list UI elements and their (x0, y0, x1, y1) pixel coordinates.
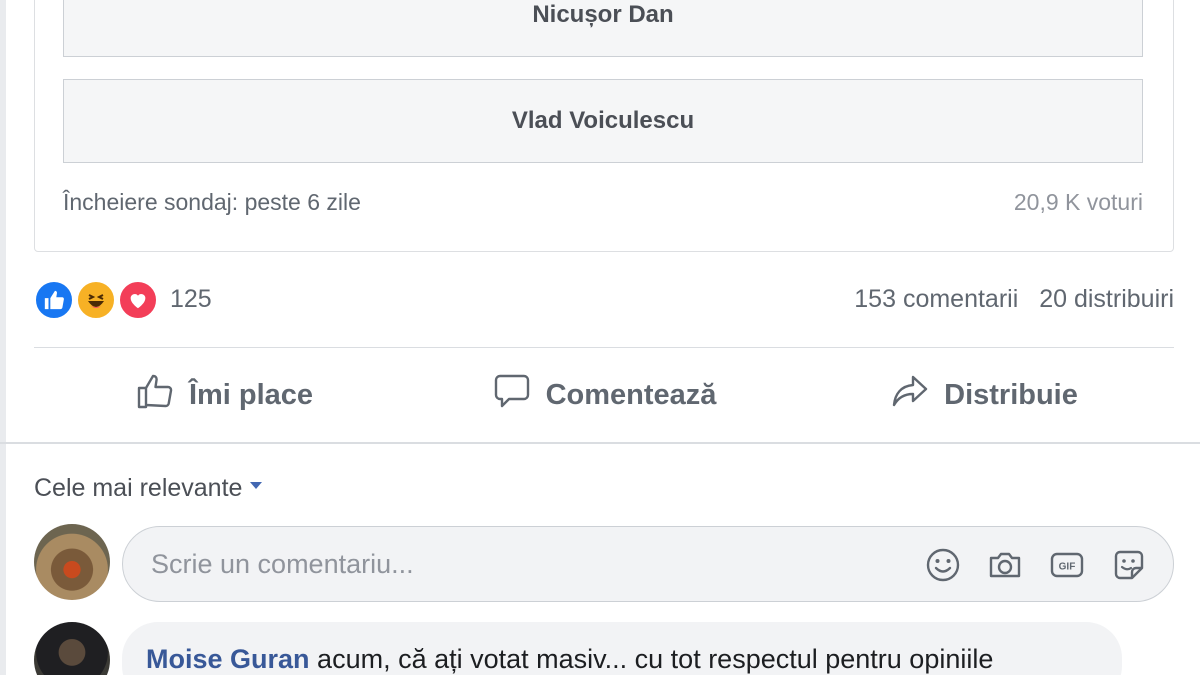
like-button-label: Îmi place (188, 378, 314, 411)
poll-closing-text: Încheiere sondaj: peste 6 zile (63, 189, 361, 215)
sticker-icon[interactable] (1109, 545, 1149, 585)
emoji-icon[interactable] (923, 545, 963, 585)
comment-input-tools: GIF (923, 545, 1149, 585)
poll-votes-count[interactable]: 20,9 K voturi (1014, 189, 1143, 216)
comment-button[interactable]: Comentează (414, 356, 794, 434)
comment-text: acum, că ați votat masiv... cu tot respe… (317, 644, 994, 674)
post-actions: Îmi place Comentează Distribuie (34, 356, 1174, 434)
poll-option-label: Nicușor Dan (532, 1, 674, 28)
comments-count-link[interactable]: 153 comentarii (854, 285, 1018, 313)
caret-down-icon (250, 481, 263, 489)
shares-count-link[interactable]: 20 distribuiri (1039, 285, 1174, 313)
svg-text:GIF: GIF (1059, 562, 1076, 573)
poll-option-vlad-voiculescu[interactable]: Vlad Voiculescu (63, 79, 1143, 163)
comment-input[interactable]: Scrie un comentariu... GIF (122, 526, 1174, 602)
reactions-row: 125 153 comentarii 20 distribuiri (34, 280, 1174, 320)
speech-bubble-icon (492, 371, 532, 419)
current-user-avatar[interactable] (34, 524, 110, 600)
reaction-count[interactable]: 125 (170, 285, 212, 314)
poll-card: Nicușor Dan Vlad Voiculescu Încheiere so… (34, 0, 1174, 252)
comment-item: Moise Guran acum, că ați votat masiv... … (122, 622, 1122, 675)
engagement-stats: 153 comentarii 20 distribuiri (854, 285, 1174, 314)
comment-input-placeholder: Scrie un comentariu... (151, 548, 414, 579)
poll-option-label: Vlad Voiculescu (511, 107, 695, 134)
share-arrow-icon (890, 371, 930, 419)
thumbs-up-icon (135, 371, 175, 419)
comment-button-label: Comentează (545, 378, 717, 411)
share-button[interactable]: Distribuie (794, 356, 1174, 434)
sort-label: Cele mai relevante (34, 474, 243, 502)
gif-icon[interactable]: GIF (1047, 545, 1087, 585)
divider (34, 347, 1174, 348)
camera-icon[interactable] (985, 545, 1025, 585)
haha-icon (76, 280, 116, 320)
share-button-label: Distribuie (944, 378, 1078, 411)
comment-author-name[interactable]: Moise Guran (146, 644, 310, 674)
like-icon (34, 280, 74, 320)
like-button[interactable]: Îmi place (34, 356, 414, 434)
poll-option-nicusor-dan[interactable]: Nicușor Dan (63, 0, 1143, 57)
comment-author-avatar[interactable] (34, 622, 110, 675)
left-border (0, 0, 6, 675)
comment-sort-dropdown[interactable]: Cele mai relevante (34, 474, 263, 503)
reaction-icons[interactable] (34, 280, 164, 320)
love-icon (118, 280, 158, 320)
section-divider (0, 442, 1200, 444)
